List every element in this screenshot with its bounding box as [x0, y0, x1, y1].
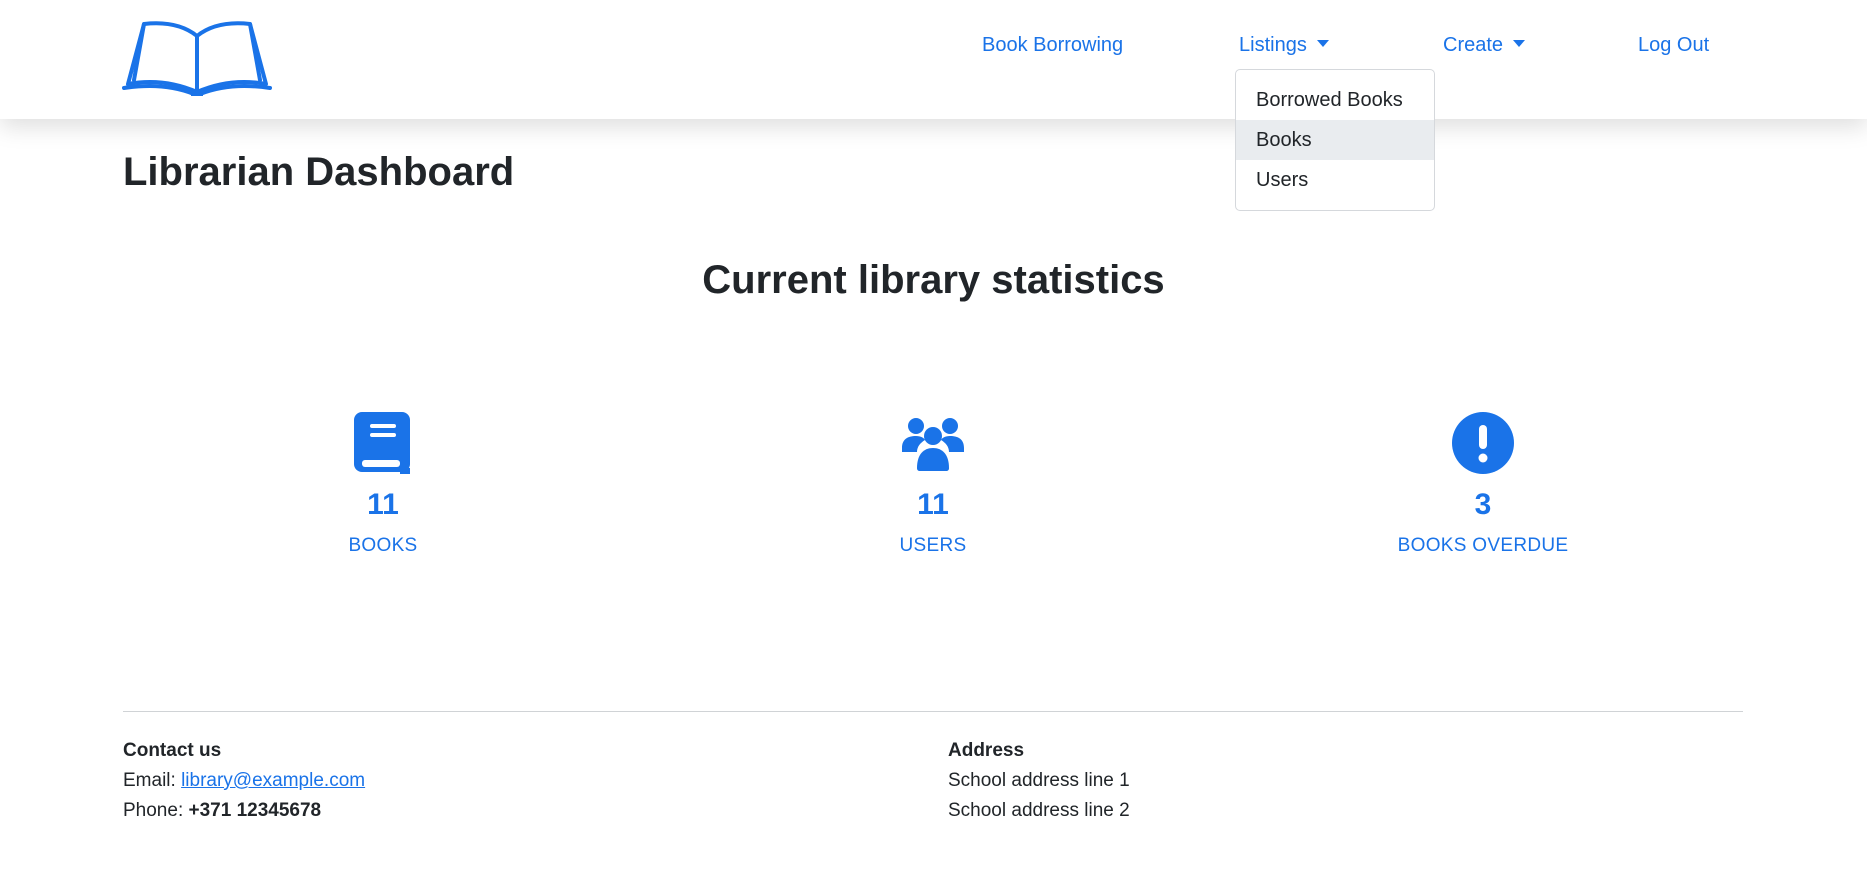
menu-item-books[interactable]: Books	[1236, 120, 1434, 160]
footer-contact: Contact us Email: library@example.com Ph…	[123, 736, 365, 826]
stat-books-value: 11	[367, 488, 399, 521]
caret-down-icon	[1513, 40, 1526, 47]
section-title: Current library statistics	[702, 258, 1165, 302]
stat-users: 11 USERS	[783, 402, 1083, 558]
top-navbar: Book Borrowing Listings Create Log Out	[0, 0, 1867, 119]
footer-divider	[123, 711, 1743, 712]
nav-log-out-link[interactable]: Log Out	[1638, 34, 1709, 57]
contact-phone-row: Phone: +371 12345678	[123, 796, 365, 826]
address-line-1: School address line 1	[948, 770, 1130, 791]
nav-book-borrowing-link[interactable]: Book Borrowing	[982, 34, 1123, 57]
phone-number: +371 12345678	[188, 800, 322, 821]
address-line-2: School address line 2	[948, 800, 1130, 821]
users-icon	[902, 418, 964, 471]
stat-books-label: BOOKS	[348, 535, 418, 556]
stat-books-overdue: 3 BOOKS OVERDUE	[1333, 402, 1633, 558]
stat-users-label: USERS	[899, 535, 967, 556]
footer-address: Address School address line 1 School add…	[948, 736, 1130, 826]
menu-item-users[interactable]: Users	[1236, 160, 1434, 200]
exclamation-circle-icon	[1452, 412, 1514, 474]
address-heading: Address	[948, 740, 1025, 761]
listings-dropdown-menu: Borrowed Books Books Users	[1235, 69, 1435, 211]
contact-heading: Contact us	[123, 740, 222, 761]
phone-label: Phone:	[123, 800, 189, 821]
nav-listings-dropdown[interactable]: Listings	[1239, 34, 1329, 57]
nav-listings-label: Listings	[1239, 34, 1307, 56]
nav-create-label: Create	[1443, 34, 1504, 56]
stat-overdue-value: 3	[1474, 488, 1492, 521]
stat-overdue-label: BOOKS OVERDUE	[1397, 535, 1569, 556]
menu-item-borrowed-books[interactable]: Borrowed Books	[1236, 80, 1434, 120]
open-book-icon[interactable]	[122, 20, 272, 96]
caret-down-icon	[1316, 40, 1329, 47]
book-icon	[354, 412, 410, 474]
stat-books: 11 BOOKS	[233, 402, 533, 558]
stat-users-value: 11	[917, 488, 949, 521]
nav-create-dropdown[interactable]: Create	[1443, 34, 1526, 57]
email-link[interactable]: library@example.com	[181, 770, 365, 791]
email-label: Email:	[123, 770, 182, 791]
contact-email-row: Email: library@example.com	[123, 766, 365, 796]
page-title: Librarian Dashboard	[123, 150, 515, 194]
